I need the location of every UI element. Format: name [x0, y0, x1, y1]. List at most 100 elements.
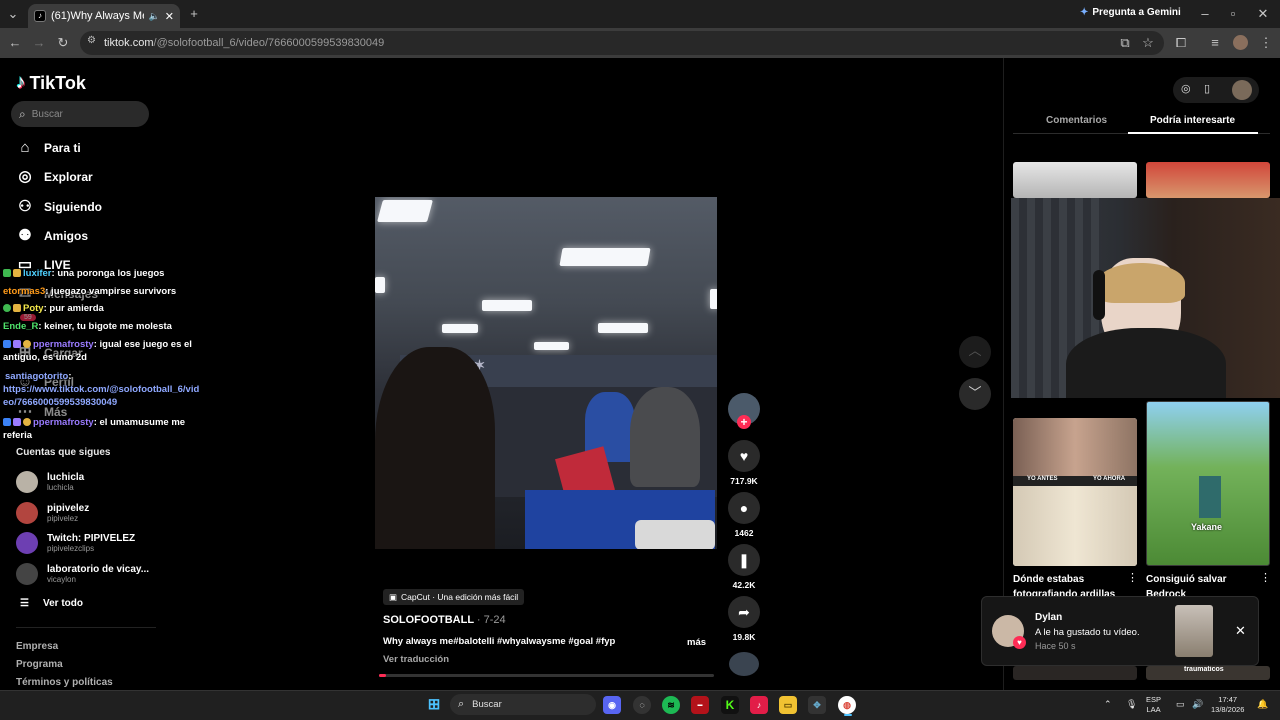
- restore-icon[interactable]: ▫: [1224, 5, 1242, 23]
- video-thumbnail[interactable]: [1013, 666, 1137, 680]
- chat-text: : igual ese juego es el antiguo, es uno …: [3, 339, 192, 363]
- more-button[interactable]: más: [687, 637, 706, 648]
- file-explorer-icon[interactable]: ▭: [779, 696, 797, 714]
- following-account[interactable]: pipivelez pipivelez: [16, 502, 89, 524]
- thumb-caption: YO AHORA: [1093, 476, 1126, 482]
- app-grid-icon[interactable]: ✥: [808, 696, 826, 714]
- video-author[interactable]: SOLOFOOTBALL · 7-24: [383, 614, 506, 626]
- obs-icon[interactable]: ◌: [633, 696, 651, 714]
- video-player[interactable]: SPOR ✶: [375, 197, 717, 549]
- tab-list-chevron-icon[interactable]: ⌄: [4, 5, 22, 23]
- url-field[interactable]: ⚙ tiktok.com/@solofootball_6/video/76660…: [80, 31, 1164, 55]
- notification-video-thumb[interactable]: [1175, 605, 1213, 657]
- chat-badge-icon: [13, 418, 21, 426]
- follow-plus-icon[interactable]: +: [737, 415, 751, 429]
- bookmark-star-icon[interactable]: ☆: [1139, 34, 1157, 52]
- compass-small-icon[interactable]: ◎: [1181, 82, 1191, 95]
- footer-link[interactable]: Empresa: [16, 641, 58, 652]
- forward-icon[interactable]: →: [30, 34, 48, 52]
- reading-list-icon[interactable]: ≡: [1206, 34, 1224, 52]
- kick-icon[interactable]: K: [721, 696, 739, 714]
- chrome-taskbar-icon[interactable]: ◍: [838, 696, 856, 714]
- chat-link[interactable]: https://www.tiktok.com/@solofootball_6/v…: [3, 384, 199, 408]
- nav-amigos[interactable]: ⚉ Amigos: [16, 227, 88, 245]
- account-name: luchicla: [47, 472, 85, 483]
- tab-title: (61)Why Always Me Balotelli: [51, 10, 144, 22]
- tray-chevron-icon[interactable]: ⌃: [1104, 699, 1112, 709]
- reload-icon[interactable]: ↻: [54, 34, 72, 52]
- gemini-button[interactable]: ✦ Pregunta a Gemini: [1080, 7, 1181, 18]
- like-button[interactable]: ♥: [728, 440, 760, 472]
- back-icon[interactable]: ←: [6, 34, 24, 52]
- translate-button[interactable]: Ver traducción: [383, 654, 449, 665]
- tab-comentarios[interactable]: Comentarios: [1046, 115, 1107, 126]
- device-icon[interactable]: ▯: [1204, 82, 1210, 95]
- chat-badge-icon: [13, 340, 21, 348]
- chrome-menu-icon[interactable]: ⋮: [1257, 34, 1275, 52]
- thumb-caption: YO ANTES: [1027, 476, 1058, 482]
- search-icon: ⌕: [458, 698, 465, 710]
- discord-icon[interactable]: ◉: [603, 696, 621, 714]
- chat-badge-icon: [13, 304, 21, 312]
- extensions-icon[interactable]: ⧠: [1172, 34, 1190, 52]
- nav-para-ti[interactable]: ⌂ Para ti: [16, 139, 80, 157]
- windows-start-icon[interactable]: ⊞: [425, 696, 443, 714]
- following-account[interactable]: luchicla luchicla: [16, 471, 84, 493]
- speaker-icon[interactable]: 🔈: [149, 11, 160, 22]
- friends-icon: ⚉: [18, 227, 32, 244]
- chat-badge-icon: [3, 340, 11, 348]
- tiktok-app-icon[interactable]: ♪: [750, 696, 768, 714]
- see-all-button[interactable]: ☰ Ver todo: [20, 598, 83, 609]
- chat-message: ppermafrosty: el umamusume me referia: [3, 416, 203, 442]
- volume-icon[interactable]: 🔊: [1192, 699, 1203, 709]
- browser-tab[interactable]: ♪ (61)Why Always Me Balotelli 🔈 ✕: [28, 4, 180, 28]
- video-thumbnail[interactable]: Yakane: [1146, 401, 1270, 566]
- notification-close-icon[interactable]: ✕: [1235, 623, 1246, 639]
- network-icon[interactable]: ▭: [1176, 699, 1185, 709]
- video-progress-bar[interactable]: [379, 674, 714, 677]
- minimize-icon[interactable]: –: [1196, 5, 1214, 23]
- card-more-icon[interactable]: ⋮: [1260, 571, 1271, 584]
- video-thumbnail[interactable]: YO ANTES YO AHORA: [1013, 418, 1137, 566]
- new-tab-icon[interactable]: +: [185, 5, 203, 23]
- heart-badge-icon: ♥: [1013, 636, 1026, 649]
- progress-fill: [379, 674, 386, 677]
- notifications-bell-icon[interactable]: 🔔: [1257, 699, 1268, 709]
- language-indicator[interactable]: ESP LAA: [1146, 695, 1161, 715]
- profile-avatar[interactable]: [1233, 35, 1248, 50]
- taskbar-search[interactable]: ⌕ Buscar: [450, 694, 596, 715]
- nav-explorar[interactable]: ◎ Explorar: [16, 168, 92, 186]
- microphone-icon[interactable]: 🎙: [1126, 699, 1137, 709]
- video-thumbnail[interactable]: [1013, 162, 1137, 198]
- user-avatar[interactable]: [1232, 80, 1252, 100]
- notification-toast[interactable]: ♥ Dylan A le ha gustado tu vídeo. Hace 5…: [981, 596, 1259, 666]
- tab-close-icon[interactable]: ✕: [165, 10, 174, 23]
- video-thumbnail[interactable]: [1146, 162, 1270, 198]
- previous-video-button[interactable]: ︿: [959, 336, 991, 368]
- footer-link[interactable]: Programa: [16, 659, 63, 670]
- save-button[interactable]: ❚: [728, 544, 760, 576]
- search-icon: ⌕: [19, 106, 26, 121]
- window-close-icon[interactable]: ✕: [1254, 5, 1272, 23]
- tab-podria-interesarte[interactable]: Podría interesarte: [1150, 115, 1235, 126]
- nav-siguiendo[interactable]: ⚇ Siguiendo: [16, 198, 102, 216]
- ceiling-light: [375, 277, 385, 293]
- footer-link[interactable]: Términos y políticas: [16, 677, 113, 688]
- app-red-icon[interactable]: ▬: [691, 696, 709, 714]
- following-account[interactable]: laboratorio de vicay... vicaylon: [16, 563, 149, 585]
- comment-button[interactable]: ●: [728, 492, 760, 524]
- site-info-icon[interactable]: ⚙: [87, 35, 96, 46]
- video-thumbnail[interactable]: traumaticos: [1146, 666, 1270, 680]
- next-video-button[interactable]: ﹀: [959, 378, 991, 410]
- card-more-icon[interactable]: ⋮: [1127, 571, 1138, 584]
- spotify-icon[interactable]: ≋: [662, 696, 680, 714]
- tiktok-logo[interactable]: ♪ TikTok: [16, 72, 86, 94]
- music-disc-icon[interactable]: [729, 652, 759, 676]
- search-input[interactable]: ⌕ Buscar: [11, 101, 149, 127]
- clock[interactable]: 17:47 13/8/2026: [1211, 695, 1244, 715]
- capcut-tag[interactable]: ▣ CapCut · Una edición más fácil: [383, 589, 525, 605]
- following-account[interactable]: Twitch: PIPIVELEZ pipivelezclips: [16, 532, 135, 554]
- chat-text: : keiner, tu bigote me molesta: [38, 321, 172, 332]
- cast-icon[interactable]: ⧉: [1116, 34, 1134, 52]
- share-button[interactable]: ➦: [728, 596, 760, 628]
